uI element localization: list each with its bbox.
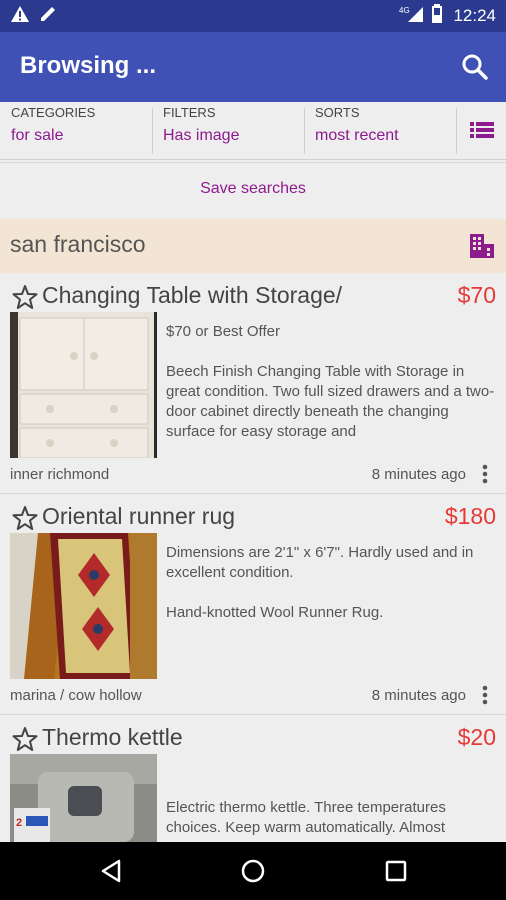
filters-value: Has image: [163, 127, 240, 144]
city-name: san francisco: [10, 231, 146, 257]
listing-time: 8 minutes ago: [371, 466, 466, 483]
listing-price: $20: [457, 724, 496, 750]
listing-item[interactable]: Oriental runner rug $180 Dimensions are …: [0, 495, 506, 715]
warning-icon: [10, 5, 30, 27]
favorite-button[interactable]: [12, 505, 38, 531]
listing-description: Electric thermo kettle. Three temperatur…: [166, 798, 500, 842]
categories-filter[interactable]: CATEGORIES for sale: [11, 102, 149, 160]
more-options-button[interactable]: [480, 462, 490, 486]
recents-square-icon: [381, 860, 411, 890]
divider: [456, 108, 457, 154]
sorts-value: most recent: [315, 127, 399, 144]
listing-item[interactable]: Changing Table with Storage/ $70 $70 or …: [0, 274, 506, 494]
listing-description: $70 or Best Offer Beech Finish Changing …: [166, 322, 500, 452]
sorts-label: SORTS: [315, 105, 360, 120]
recents-button[interactable]: [381, 856, 411, 886]
listing-desc-line: Electric thermo kettle. Three temperatur…: [166, 799, 446, 836]
categories-value: for sale: [11, 127, 64, 144]
clock: 12:24: [453, 6, 496, 25]
svg-text:2: 2: [16, 817, 22, 829]
list-view-button[interactable]: [468, 118, 496, 142]
more-vert-icon: [480, 685, 490, 711]
listing-price: $70: [457, 282, 496, 308]
app-bar: Browsing ...: [0, 32, 506, 102]
listing-desc-line: Dimensions are 2'1" x 6'7". Hardly used …: [166, 544, 474, 581]
navigation-bar: [0, 842, 506, 900]
listing-desc-body: Beech Finish Changing Table with Storage…: [166, 363, 495, 440]
city-button[interactable]: [468, 232, 496, 260]
listing-image: 2: [10, 754, 157, 842]
home-circle-icon: [238, 859, 268, 890]
filters-label: FILTERS: [163, 105, 216, 120]
status-bar: 4G 12:24: [0, 0, 506, 32]
listing-neighborhood: marina / cow hollow: [10, 687, 142, 704]
city-header: san francisco: [0, 219, 506, 273]
listing-title: Oriental runner rug: [42, 503, 236, 529]
listing-price: $180: [444, 503, 496, 529]
listing-time: 8 minutes ago: [371, 687, 466, 704]
categories-label: CATEGORIES: [11, 105, 96, 120]
listing-image: [10, 533, 157, 679]
listing-desc-line: $70 or Best Offer: [166, 323, 280, 340]
edit-icon: [38, 5, 58, 27]
listing-title: Thermo kettle: [42, 724, 183, 750]
listing-item[interactable]: Thermo kettle $20 2 Electric thermo kett…: [0, 716, 506, 842]
listing-title: Changing Table with Storage/: [42, 282, 343, 308]
svg-text:4G: 4G: [399, 6, 410, 15]
favorite-button[interactable]: [12, 726, 38, 752]
save-searches-row: Save searches: [0, 162, 506, 218]
divider: [304, 108, 305, 154]
favorite-button[interactable]: [12, 284, 38, 310]
search-button[interactable]: [458, 50, 492, 84]
listing-description: Dimensions are 2'1" x 6'7". Hardly used …: [166, 543, 500, 673]
more-options-button[interactable]: [480, 683, 490, 707]
sorts-filter[interactable]: SORTS most recent: [315, 102, 453, 160]
listing-neighborhood: inner richmond: [10, 466, 110, 483]
list-icon: [468, 122, 496, 146]
listing-desc-body: Hand-knotted Wool Runner Rug.: [166, 604, 384, 621]
search-icon: [458, 54, 492, 88]
home-button[interactable]: [238, 856, 268, 886]
filters-filter[interactable]: FILTERS Has image: [163, 102, 301, 160]
back-button[interactable]: [97, 856, 127, 886]
listing-image: [10, 312, 157, 458]
more-vert-icon: [480, 464, 490, 490]
signal-icon: 4G: [399, 5, 425, 27]
filter-row: CATEGORIES for sale FILTERS Has image SO…: [0, 102, 506, 160]
back-triangle-icon: [97, 859, 127, 890]
save-searches-button[interactable]: Save searches: [0, 180, 506, 198]
page-title: Browsing ...: [20, 52, 157, 79]
city-icon: [468, 234, 496, 264]
battery-icon: [431, 4, 443, 28]
divider: [152, 108, 153, 154]
